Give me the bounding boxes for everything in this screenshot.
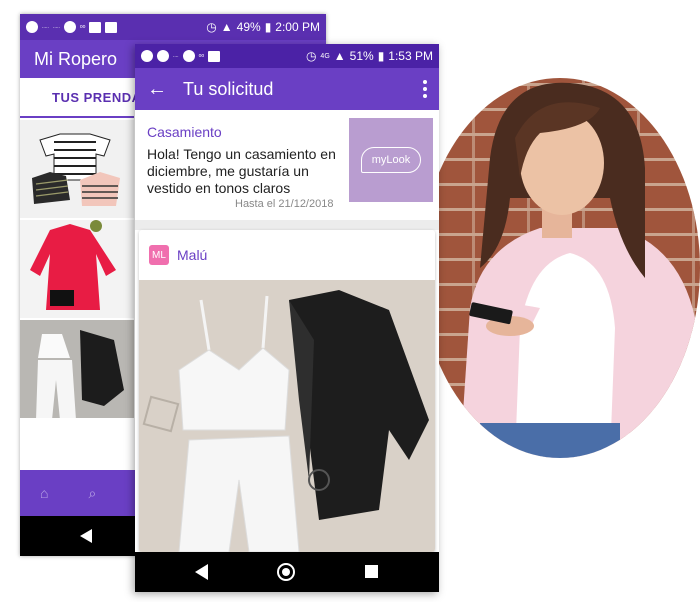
stylist-proposal-card[interactable]: ML Malú	[139, 230, 435, 552]
home-icon[interactable]: ⌂	[40, 485, 48, 501]
navigation-icon	[26, 21, 38, 33]
garment-item[interactable]	[20, 220, 134, 320]
request-card[interactable]: Casamiento Hola! Tengo un casamiento en …	[135, 110, 439, 220]
request-title: Casamiento	[147, 124, 222, 140]
person-photo	[420, 78, 700, 458]
battery-level: 51%	[349, 49, 374, 63]
back-nav-icon[interactable]	[80, 529, 92, 543]
request-message: Hola! Tengo un casamiento en diciembre, …	[147, 146, 336, 196]
alarm-icon: ◷	[206, 20, 217, 34]
tab-tus-prendas[interactable]: TUS PRENDA	[20, 78, 141, 118]
battery-level: 49%	[236, 20, 261, 34]
app-title: Mi Ropero	[34, 48, 118, 69]
stylist-name: Malú	[177, 247, 208, 263]
mylook-logo: myLook	[361, 147, 421, 173]
voicemail-icon: oo	[79, 24, 86, 30]
section-divider	[135, 220, 439, 230]
do-not-disturb-icon	[63, 21, 76, 33]
recent-apps-icon[interactable]	[365, 565, 378, 578]
back-nav-icon[interactable]	[195, 564, 208, 580]
app-bar: ← Tu solicitud	[135, 68, 439, 110]
request-deadline: Hasta el 21/12/2018	[235, 198, 334, 210]
app-icon	[208, 50, 221, 62]
app-icon	[105, 21, 118, 33]
status-bar: ..... ..... oo ◷ ▲ 49% ▮ 2:00 PM	[20, 14, 326, 40]
tab-label: TUS PRENDA	[52, 89, 142, 105]
clock: 2:00 PM	[275, 20, 320, 34]
mylook-logo-tile: myLook	[349, 118, 433, 202]
battery-icon: ▮	[264, 20, 272, 34]
image-icon	[89, 21, 102, 33]
front-phone-screen: .... oo ◷ 4G ▲ 51% ▮ 1:53 PM ← Tu solici…	[135, 44, 439, 592]
system-navigation-bar	[135, 552, 439, 592]
garment-grid	[20, 120, 134, 420]
screen-title: Tu solicitud	[183, 78, 274, 99]
network-type: 4G	[320, 52, 330, 60]
navigation-icon	[141, 50, 153, 62]
search-icon[interactable]: ⌕	[88, 485, 96, 502]
outfit-photo[interactable]	[139, 280, 435, 552]
woman-with-phone-illustration	[460, 82, 700, 458]
status-bar: .... oo ◷ 4G ▲ 51% ▮ 1:53 PM	[135, 44, 439, 68]
stylist-avatar: ML	[149, 245, 169, 265]
back-arrow-icon[interactable]: ←	[147, 78, 183, 101]
signal-icon: ▲	[333, 49, 346, 63]
signal-icon: ▲	[220, 20, 233, 34]
more-options-icon[interactable]	[423, 80, 427, 98]
card-header: ML Malú	[139, 230, 435, 280]
alarm-icon: ◷	[305, 49, 317, 63]
do-not-disturb-icon	[182, 50, 195, 62]
home-nav-icon[interactable]	[277, 563, 295, 581]
whatsapp-icon	[157, 50, 169, 62]
battery-icon: ▮	[377, 49, 385, 63]
clock: 1:53 PM	[388, 49, 433, 63]
garment-item[interactable]	[20, 320, 134, 420]
voicemail-icon: oo	[198, 53, 205, 59]
garment-item[interactable]	[20, 120, 134, 220]
